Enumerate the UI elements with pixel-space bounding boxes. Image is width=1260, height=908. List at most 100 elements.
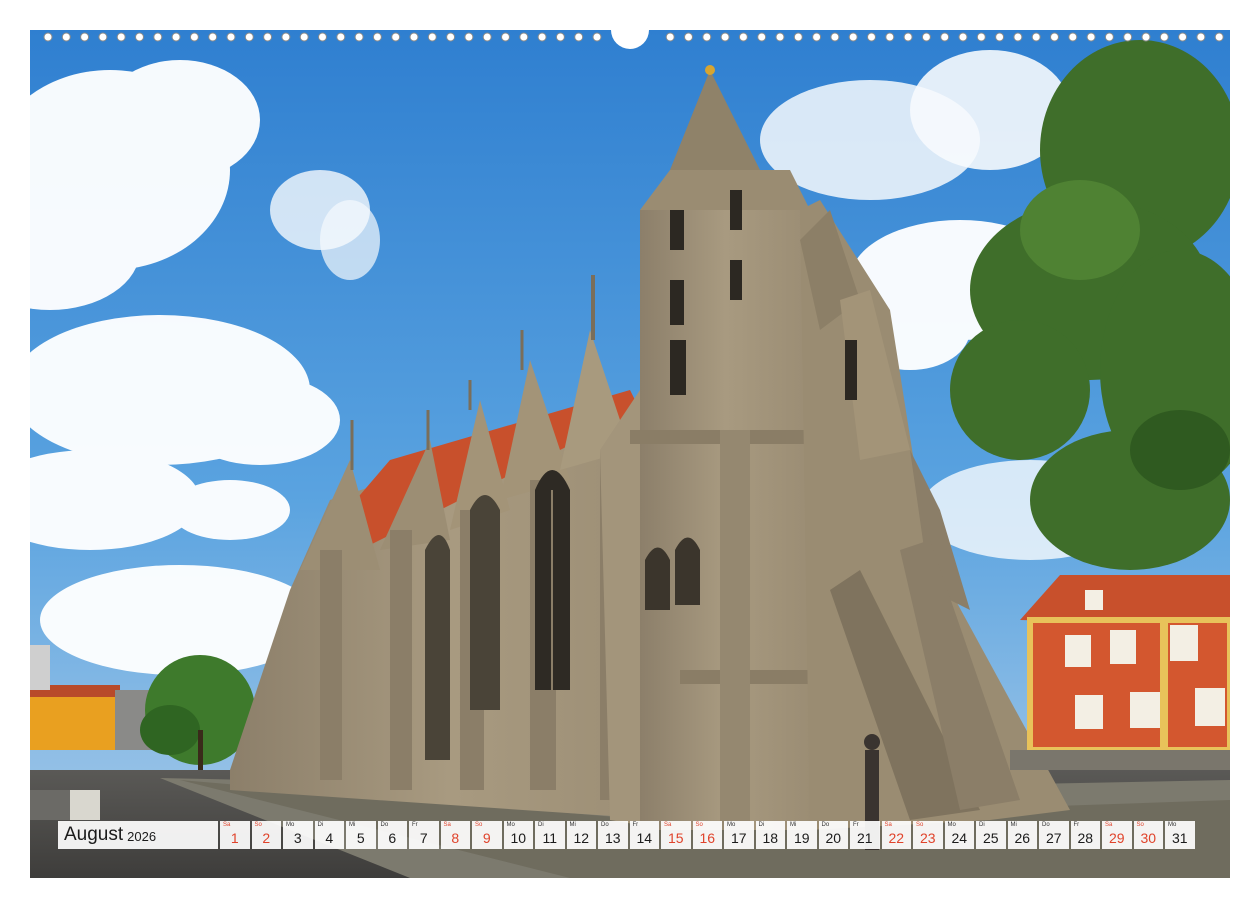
weekday-label: Mo (727, 822, 736, 828)
binding-hole (281, 32, 291, 42)
weekday-label: Sa (223, 822, 231, 828)
weekday-label: Mi (790, 822, 797, 828)
month-label: August 2026 (58, 821, 218, 849)
binding-hole (555, 32, 565, 42)
month-name: August (64, 824, 124, 845)
year: 2026 (127, 828, 157, 844)
weekday-label: Mi (349, 822, 356, 828)
day-cell: Sa 1 (220, 821, 250, 849)
weekday-label: Do (380, 822, 389, 828)
day-number: 10 (510, 830, 527, 846)
day-cell: Do 6 (377, 821, 407, 849)
weekday-label: Fr (412, 822, 418, 828)
day-cells: Sa 1 So 2 Mo 3 Di 4 Mi 5 Do 6 Fr 7 Sa 8 So 9 Mo 10 Di 11 Mi 12 D… (220, 821, 1195, 849)
day-cell: Sa 8 (440, 821, 470, 849)
binding-hole (208, 32, 218, 42)
binding-hole (464, 32, 474, 42)
weekday-label: Mo (286, 822, 295, 828)
day-cell: Sa 22 (881, 821, 911, 849)
orange-house (1010, 575, 1230, 770)
binding-hole (1178, 32, 1188, 42)
binding-hole (1214, 32, 1224, 42)
day-number: 24 (951, 830, 968, 846)
binding-hole (427, 32, 437, 42)
day-number: 8 (451, 830, 460, 846)
day-cell: Mi 19 (787, 821, 817, 849)
binding-hole (867, 32, 876, 42)
binding-hole (171, 32, 181, 42)
weekday-label: Mi (569, 822, 576, 828)
binding-hole (940, 32, 950, 42)
day-cell: Mo 17 (724, 821, 754, 849)
weekday-label: Sa (1105, 822, 1113, 828)
calendar-strip: August 2026 Sa 1 So 2 Mo 3 Di 4 Mi 5 Do 6 Fr 7 Sa 8 So 9 M… (58, 821, 1195, 849)
weekday-label: Di (538, 822, 544, 828)
day-cell: So 2 (251, 821, 281, 849)
day-number: 23 (919, 830, 936, 846)
binding-hole (903, 32, 913, 42)
day-number: 25 (982, 830, 999, 846)
day-cell: Mo 10 (503, 821, 533, 849)
binding-hole (318, 32, 327, 42)
binding-hole (1159, 32, 1169, 42)
binding-hole (116, 32, 126, 42)
day-number: 7 (419, 830, 428, 846)
binding-hole (1104, 32, 1114, 42)
binding-hole (830, 32, 840, 42)
day-cell: Mo 31 (1165, 821, 1195, 849)
day-cell: So 9 (472, 821, 502, 849)
weekday-label: Do (1042, 822, 1050, 828)
day-number: 14 (636, 830, 653, 846)
binding-hole (372, 32, 382, 42)
day-cell: Mi 26 (1007, 821, 1037, 849)
day-number: 20 (825, 830, 842, 846)
binding-hole (153, 32, 163, 42)
binding-hole (244, 32, 254, 42)
day-number: 26 (1014, 830, 1031, 846)
day-cell: Mo 24 (944, 821, 974, 849)
binding-hole (793, 32, 803, 42)
binding-hole (135, 32, 144, 42)
day-cell: Di 4 (314, 821, 344, 849)
weekday-label: Mi (1010, 822, 1017, 828)
binding-hole (702, 32, 712, 42)
day-cell: Fr 7 (409, 821, 439, 849)
binding-hole (80, 32, 90, 42)
day-number: 5 (356, 830, 365, 846)
day-number: 30 (1140, 830, 1157, 846)
day-number: 27 (1045, 830, 1062, 846)
weekday-label: Do (821, 822, 830, 828)
binding-hole (263, 32, 273, 42)
weekday-label: Fr (853, 822, 859, 828)
binding-hole (1141, 32, 1151, 42)
day-cell: Do 27 (1039, 821, 1069, 849)
binding-hole (391, 32, 401, 42)
day-number: 4 (325, 830, 334, 846)
binding-hole (958, 32, 968, 42)
day-number: 22 (888, 830, 905, 846)
day-number: 12 (573, 830, 590, 846)
weekday-label: Fr (1073, 822, 1080, 828)
day-number: 29 (1108, 830, 1125, 846)
weekday-label: So (475, 822, 483, 828)
day-cell: Di 18 (755, 821, 785, 849)
day-number: 9 (482, 830, 491, 846)
binding-hole (665, 32, 675, 42)
binding-hole (738, 32, 748, 42)
hanger-notch (611, 30, 649, 49)
weekday-label: Fr (632, 822, 639, 828)
binding-hole (98, 32, 108, 42)
weekday-label: So (1136, 822, 1144, 828)
day-cell: Do 20 (818, 821, 848, 849)
day-cell: So 23 (913, 821, 943, 849)
binding-hole (1123, 32, 1133, 42)
binding-hole (519, 32, 529, 42)
day-number: 18 (762, 830, 779, 846)
church-photo-illustration (30, 30, 1230, 878)
day-number: 28 (1077, 830, 1094, 846)
day-cell: Do 13 (598, 821, 628, 849)
binding-hole (61, 32, 71, 42)
day-cell: Mi 12 (566, 821, 596, 849)
binding-hole (501, 32, 510, 42)
weekday-label: So (695, 822, 703, 828)
